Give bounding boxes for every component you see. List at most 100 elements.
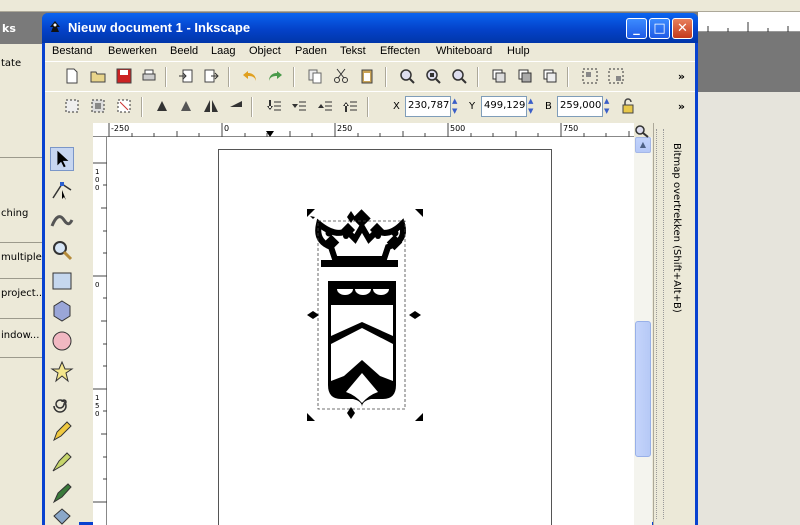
clone-icon[interactable] bbox=[517, 68, 533, 84]
redo-icon[interactable] bbox=[267, 68, 283, 84]
drawing-canvas[interactable] bbox=[107, 137, 634, 525]
pencil-tool-icon[interactable] bbox=[50, 420, 74, 444]
pen-tool-icon[interactable] bbox=[50, 450, 74, 474]
menu-bewerken[interactable]: Bewerken bbox=[108, 45, 157, 57]
ellipse-tool-icon[interactable] bbox=[50, 329, 74, 353]
background-ruler bbox=[698, 12, 800, 32]
zoom-drawing-icon[interactable] bbox=[425, 68, 441, 84]
y-label: Y bbox=[469, 101, 476, 112]
coat-of-arms-drawing[interactable] bbox=[107, 137, 634, 525]
h-tick-label: -250 bbox=[111, 124, 129, 133]
h-tick-label: 500 bbox=[450, 124, 465, 133]
menu-bar: Bestand Bewerken Beeld Laag Object Paden… bbox=[45, 43, 695, 61]
node-tool-icon[interactable] bbox=[50, 178, 74, 202]
raise-to-top-icon[interactable] bbox=[342, 98, 358, 114]
width-input[interactable]: 259,000 bbox=[557, 96, 603, 117]
new-document-icon[interactable] bbox=[64, 68, 80, 84]
background-right-panel bbox=[698, 12, 800, 525]
x-input[interactable]: 230,787 bbox=[405, 96, 451, 117]
title-bar[interactable]: Nieuw document 1 - Inkscape _ □ ✕ bbox=[42, 13, 698, 43]
import-icon[interactable] bbox=[178, 68, 194, 84]
zoom-selection-icon[interactable] bbox=[399, 68, 415, 84]
dock-handle[interactable] bbox=[656, 129, 664, 519]
v-tick-label: 0 bbox=[95, 410, 99, 418]
zoom-page-icon[interactable] bbox=[451, 68, 467, 84]
select-all-layers-icon[interactable] bbox=[90, 98, 106, 114]
close-button[interactable]: ✕ bbox=[672, 18, 693, 39]
3d-box-tool-icon[interactable] bbox=[50, 299, 74, 323]
rectangle-tool-icon[interactable] bbox=[50, 269, 74, 293]
window-title: Nieuw document 1 - Inkscape bbox=[68, 20, 251, 35]
background-item[interactable]: tate bbox=[0, 58, 42, 69]
paint-bucket-tool-icon[interactable] bbox=[50, 508, 74, 525]
v-tick-label: 1 bbox=[95, 394, 99, 402]
menu-effecten[interactable]: Effecten bbox=[380, 45, 420, 57]
copy-icon[interactable] bbox=[307, 68, 323, 84]
y-input[interactable]: 499,129 bbox=[481, 96, 527, 117]
background-item[interactable]: indow... bbox=[0, 330, 42, 341]
menu-whiteboard[interactable]: Whiteboard bbox=[436, 45, 492, 57]
rotate-cw-icon[interactable] bbox=[178, 98, 194, 114]
menu-hulp[interactable]: Hulp bbox=[507, 45, 530, 57]
ungroup-icon[interactable] bbox=[608, 68, 624, 84]
export-icon[interactable] bbox=[203, 68, 219, 84]
background-toolbar-strip bbox=[0, 0, 800, 12]
scroll-thumb[interactable] bbox=[635, 321, 651, 457]
h-tick-label: 0 bbox=[224, 124, 229, 133]
background-item[interactable]: project... bbox=[0, 288, 42, 299]
scroll-up-button[interactable]: ▲ bbox=[635, 137, 651, 153]
more-controls-button[interactable]: » bbox=[678, 100, 685, 113]
flip-horizontal-icon[interactable] bbox=[203, 98, 219, 114]
unlink-clone-icon[interactable] bbox=[542, 68, 558, 84]
maximize-button[interactable]: □ bbox=[649, 18, 670, 39]
menu-object[interactable]: Object bbox=[249, 45, 281, 57]
print-icon[interactable] bbox=[141, 68, 157, 84]
undo-icon[interactable] bbox=[242, 68, 258, 84]
horizontal-ruler: -250 0 250 500 750 bbox=[93, 123, 634, 137]
x-label: X bbox=[393, 101, 400, 112]
y-spinner[interactable]: ▲ ▼ bbox=[528, 96, 536, 117]
lower-icon[interactable] bbox=[291, 98, 307, 114]
select-all-icon[interactable] bbox=[64, 98, 80, 114]
deselect-icon[interactable] bbox=[116, 98, 132, 114]
calligraphy-tool-icon[interactable] bbox=[50, 481, 74, 505]
x-spinner[interactable]: ▲ ▼ bbox=[452, 96, 460, 117]
duplicate-icon[interactable] bbox=[491, 68, 507, 84]
background-item[interactable]: multiple p bbox=[0, 252, 42, 263]
minimize-button[interactable]: _ bbox=[626, 18, 647, 39]
flip-vertical-icon[interactable] bbox=[228, 98, 244, 114]
spiral-tool-icon[interactable] bbox=[50, 390, 74, 414]
cut-icon[interactable] bbox=[333, 68, 349, 84]
background-item[interactable]: ching bbox=[0, 208, 42, 219]
toolbox bbox=[45, 123, 79, 525]
menu-paden[interactable]: Paden bbox=[295, 45, 327, 57]
menu-bestand[interactable]: Bestand bbox=[52, 45, 92, 57]
save-icon[interactable] bbox=[116, 68, 132, 84]
lock-icon[interactable] bbox=[620, 98, 636, 114]
inkscape-window: Nieuw document 1 - Inkscape _ □ ✕ Bestan… bbox=[42, 13, 698, 525]
zoom-tool-icon[interactable] bbox=[50, 238, 74, 262]
group-icon[interactable] bbox=[582, 68, 598, 84]
bitmap-trace-panel-tab[interactable]: Bitmap overtrekken (Shift+Alt+B) bbox=[671, 143, 682, 313]
menu-tekst[interactable]: Tekst bbox=[340, 45, 366, 57]
lower-to-bottom-icon[interactable] bbox=[266, 98, 282, 114]
rotate-ccw-icon[interactable] bbox=[154, 98, 170, 114]
selector-tool-icon[interactable] bbox=[50, 147, 74, 171]
menu-beeld[interactable]: Beeld bbox=[170, 45, 198, 57]
width-spinner[interactable]: ▲ ▼ bbox=[604, 96, 612, 117]
h-tick-label: 250 bbox=[337, 124, 352, 133]
vertical-scrollbar[interactable]: ▲ bbox=[634, 137, 652, 525]
inkscape-logo-icon bbox=[50, 21, 60, 32]
more-commands-button[interactable]: » bbox=[678, 70, 685, 83]
raise-icon[interactable] bbox=[317, 98, 333, 114]
tweak-tool-icon[interactable] bbox=[50, 208, 74, 232]
v-tick-label: 0 bbox=[95, 176, 99, 184]
v-tick-label: 0 bbox=[95, 281, 99, 289]
v-tick-label: 1 bbox=[95, 168, 99, 176]
paste-icon[interactable] bbox=[359, 68, 375, 84]
menu-laag[interactable]: Laag bbox=[211, 45, 235, 57]
open-folder-icon[interactable] bbox=[90, 68, 106, 84]
star-tool-icon[interactable] bbox=[50, 360, 74, 384]
background-panel-header: ks bbox=[0, 12, 42, 44]
zoom-corner-icon[interactable] bbox=[634, 124, 650, 138]
